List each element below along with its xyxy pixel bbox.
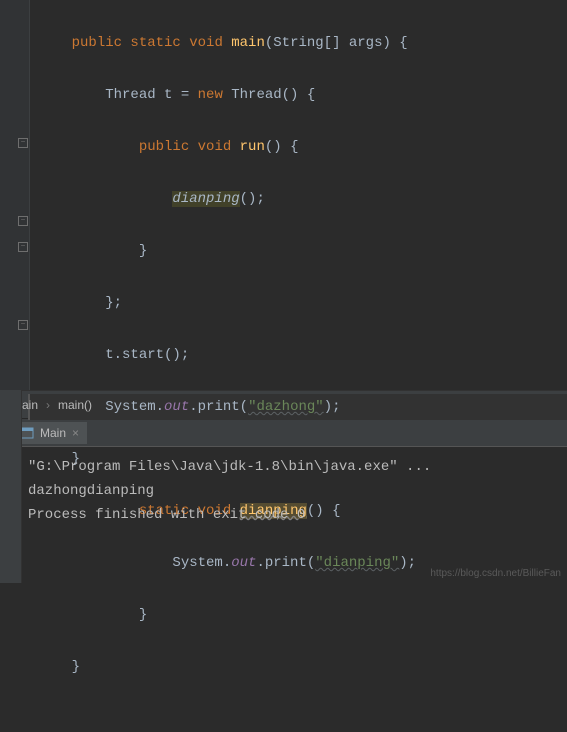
run-tab-label: Main xyxy=(40,426,66,440)
breadcrumb-item[interactable]: main() xyxy=(58,398,92,412)
tool-window-strip xyxy=(0,390,22,583)
code-line: Thread t = new Thread() { xyxy=(30,82,567,108)
run-tab[interactable]: Main × xyxy=(12,422,87,444)
close-icon[interactable]: × xyxy=(72,426,79,440)
code-line: } xyxy=(30,238,567,264)
watermark: https://blog.csdn.net/BillieFan xyxy=(430,568,561,579)
fold-marker-icon[interactable]: − xyxy=(18,216,28,226)
code-line: }; xyxy=(30,290,567,316)
gutter: − − − − xyxy=(0,0,30,390)
fold-marker-icon[interactable]: − xyxy=(18,242,28,252)
fold-marker-icon[interactable]: − xyxy=(18,320,28,330)
code-line: } xyxy=(30,654,567,680)
code-line: } xyxy=(30,602,567,628)
code-line-highlighted: System.out.print("dazhong"); xyxy=(28,394,567,420)
fold-marker-icon[interactable]: − xyxy=(18,138,28,148)
application-icon xyxy=(20,426,34,440)
chevron-right-icon: › xyxy=(46,398,50,412)
code-line: public static void main(String[] args) { xyxy=(30,30,567,56)
code-content[interactable]: public static void main(String[] args) {… xyxy=(30,0,567,390)
code-line: dianping(); xyxy=(30,186,567,212)
code-editor[interactable]: − − − − public static void main(String[]… xyxy=(0,0,567,390)
code-line: t.start(); xyxy=(30,342,567,368)
code-line: public void run() { xyxy=(30,134,567,160)
